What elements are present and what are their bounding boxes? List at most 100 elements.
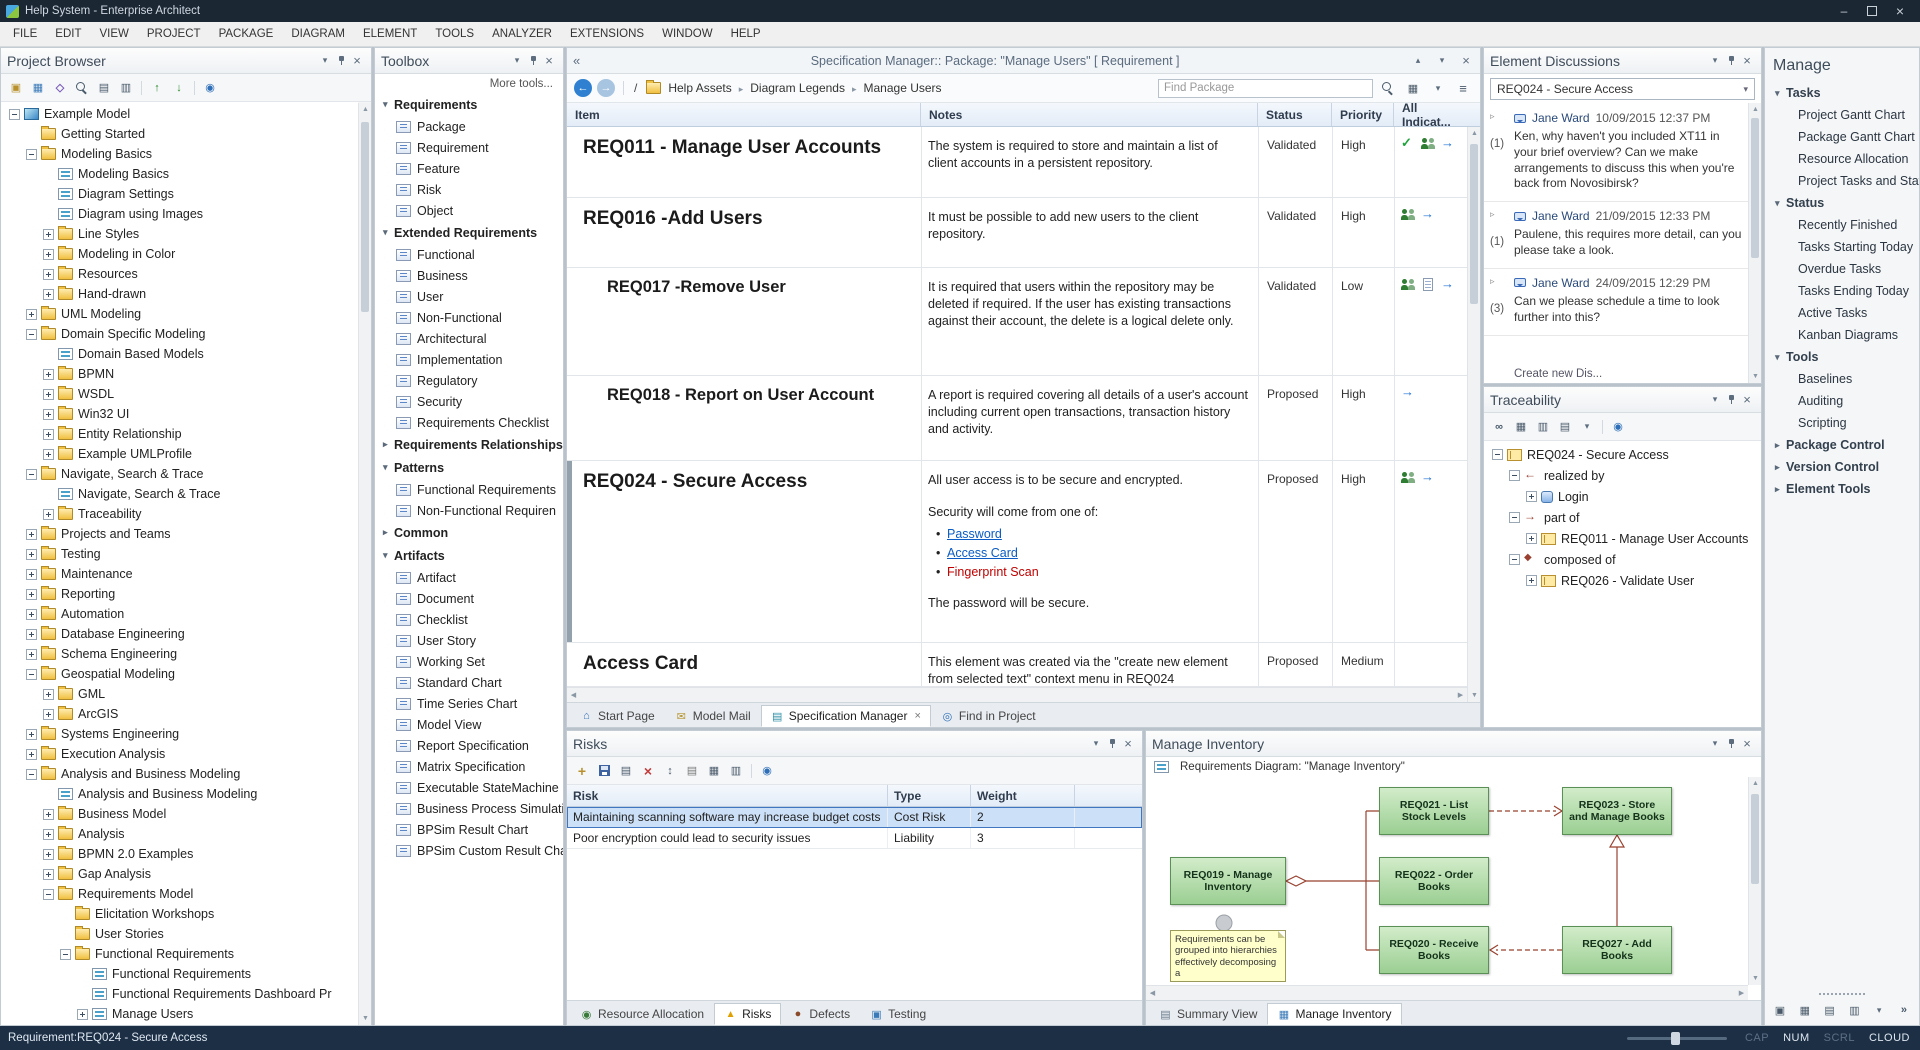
discussion-item[interactable]: (1) Jane Ward 10/09/2015 12:37 PM	[1484, 104, 1748, 202]
toolbox-row[interactable]: Feature	[375, 158, 563, 179]
requirement-status[interactable]: Validated	[1258, 268, 1332, 375]
tree-node[interactable]: Navigate, Search & Trace	[1, 484, 358, 504]
requirement-title[interactable]: REQ011 - Manage User Accounts	[567, 127, 921, 197]
trace-node[interactable]: REQ026 - Validate User	[1484, 570, 1761, 591]
expand-toggle-icon[interactable]	[43, 409, 54, 420]
indicator-icon[interactable]	[1401, 208, 1417, 222]
pin-icon[interactable]	[1108, 738, 1117, 749]
maximize-button[interactable]	[1858, 2, 1886, 20]
expand-toggle-icon[interactable]	[77, 1009, 88, 1020]
section-caret-icon[interactable]	[383, 527, 394, 538]
requirement-priority[interactable]: High	[1332, 198, 1394, 267]
print-icon[interactable]	[682, 761, 702, 781]
column-header-risk[interactable]: Risk	[567, 785, 888, 806]
tree-node[interactable]: Navigate, Search & Trace	[1, 464, 358, 484]
menu-item[interactable]: DIAGRAM	[282, 24, 354, 44]
collapse-breadcrumb-icon[interactable]	[573, 53, 580, 68]
expand-toggle-icon[interactable]	[26, 589, 37, 600]
expand-toggle-icon[interactable]	[43, 389, 54, 400]
document-tab[interactable]: Model Mail	[665, 705, 761, 727]
notes-bullet[interactable]: Password	[934, 526, 1248, 543]
toolbox-row[interactable]: User	[375, 286, 563, 307]
indicator-icon[interactable]	[1441, 137, 1457, 151]
expand-toggle-icon[interactable]	[26, 629, 37, 640]
menu-item[interactable]: EXTENSIONS	[561, 24, 653, 44]
expand-caret-icon[interactable]	[1490, 209, 1514, 220]
section-caret-icon[interactable]	[383, 462, 394, 473]
tree-node[interactable]: Example UMLProfile	[1, 444, 358, 464]
tree-node[interactable]: User Stories	[1, 924, 358, 944]
requirement-priority[interactable]: High	[1332, 461, 1394, 642]
toolbox-row[interactable]: Matrix Specification	[375, 756, 563, 777]
tree-node[interactable]: BPMN	[1, 364, 358, 384]
manage-row[interactable]: Element Tools	[1765, 478, 1919, 500]
section-caret-icon[interactable]	[1775, 484, 1786, 495]
tree-node[interactable]: Business Model	[1, 804, 358, 824]
more-tools-link[interactable]: More tools...	[375, 74, 563, 93]
tree-node[interactable]: Hand-drawn	[1, 284, 358, 304]
requirement-title[interactable]: Access Card	[567, 643, 921, 686]
menu-item[interactable]: HELP	[722, 24, 770, 44]
trace-node[interactable]: realized by	[1484, 465, 1761, 486]
tree-node[interactable]: Modeling in Color	[1, 244, 358, 264]
panel-menu-icon[interactable]	[1707, 53, 1723, 69]
trace-node[interactable]: Login	[1484, 486, 1761, 507]
tree-node[interactable]: Diagram Settings	[1, 184, 358, 204]
expand-toggle-icon[interactable]	[43, 269, 54, 280]
manage-row[interactable]: Tasks Ending Today	[1765, 280, 1919, 302]
manage-row[interactable]: Tasks Starting Today	[1765, 236, 1919, 258]
toolbox-row[interactable]: BPSim Result Chart	[375, 819, 563, 840]
tree-node[interactable]: Analysis	[1, 824, 358, 844]
toolbox-row[interactable]: Working Set	[375, 651, 563, 672]
column-header-indicators[interactable]: All Indicat...	[1394, 103, 1467, 126]
discussion-item[interactable]: (1) Jane Ward 21/09/2015 12:33 PM	[1484, 202, 1748, 269]
requirement-notes[interactable]: A report is required covering all detail…	[921, 376, 1258, 460]
spec-row-access-card[interactable]: Access Card This element was created via…	[567, 643, 1467, 687]
menu-item[interactable]: ANALYZER	[483, 24, 561, 44]
diagram-title[interactable]: Requirements Diagram: "Manage Inventory"	[1180, 761, 1405, 773]
indicator-icon[interactable]	[1421, 471, 1437, 485]
tree-node[interactable]: Getting Started	[1, 124, 358, 144]
requirement-element[interactable]: REQ023 - Store and Manage Books	[1562, 787, 1672, 835]
expand-toggle-icon[interactable]	[26, 609, 37, 620]
spec-vertical-scrollbar[interactable]	[1467, 127, 1480, 702]
requirement-title[interactable]: REQ018 - Report on User Account	[567, 376, 921, 460]
column-header-priority[interactable]: Priority	[1332, 103, 1394, 126]
matrix-view-button[interactable]	[1511, 417, 1531, 437]
requirement-title[interactable]: REQ016 -Add Users	[567, 198, 921, 267]
bullet-text[interactable]: Fingerprint Scan	[947, 565, 1039, 579]
indicator-icon[interactable]	[1401, 278, 1417, 292]
requirement-status[interactable]: Proposed	[1258, 376, 1332, 460]
minimize-button[interactable]	[1830, 2, 1858, 20]
note-element[interactable]: Requirements can be grouped into hierarc…	[1170, 930, 1286, 982]
requirement-priority[interactable]: Low	[1332, 268, 1394, 375]
menu-item[interactable]: EDIT	[46, 24, 90, 44]
expand-toggle-icon[interactable]	[26, 529, 37, 540]
toolbox-row[interactable]: Requirement	[375, 137, 563, 158]
panel-close-icon[interactable]	[1120, 736, 1136, 752]
expand-toggle-icon[interactable]	[26, 309, 37, 320]
manage-row[interactable]: Kanban Diagrams	[1765, 324, 1919, 346]
manage-row[interactable]: Tasks	[1765, 82, 1919, 104]
section-caret-icon[interactable]	[383, 227, 394, 238]
panel-menu-icon[interactable]	[317, 53, 333, 69]
columns-icon[interactable]	[726, 761, 746, 781]
tree-node[interactable]: GML	[1, 684, 358, 704]
expand-toggle-icon[interactable]	[43, 869, 54, 880]
pin-icon[interactable]	[337, 55, 346, 66]
requirement-element[interactable]: REQ021 - List Stock Levels	[1379, 787, 1489, 835]
requirement-element[interactable]: REQ022 - Order Books	[1379, 857, 1489, 905]
tree-node[interactable]: Functional Requirements	[1, 944, 358, 964]
menu-item[interactable]: ELEMENT	[354, 24, 426, 44]
requirement-notes[interactable]: The system is required to store and main…	[921, 127, 1258, 197]
manage-row[interactable]: Baselines	[1765, 368, 1919, 390]
expand-toggle-icon[interactable]	[43, 809, 54, 820]
breadcrumb-item[interactable]: Diagram Legends	[732, 81, 845, 95]
document-tab[interactable]: Specification Manager	[761, 705, 931, 727]
expand-toggle-icon[interactable]	[1509, 512, 1520, 523]
type-cell[interactable]: Cost Risk	[888, 807, 971, 827]
toolbox-row[interactable]: Patterns	[375, 456, 563, 479]
expand-toggle-icon[interactable]	[43, 829, 54, 840]
expand-toggle-icon[interactable]	[43, 249, 54, 260]
tree-node[interactable]: Functional Requirements Dashboard Pr	[1, 984, 358, 1004]
